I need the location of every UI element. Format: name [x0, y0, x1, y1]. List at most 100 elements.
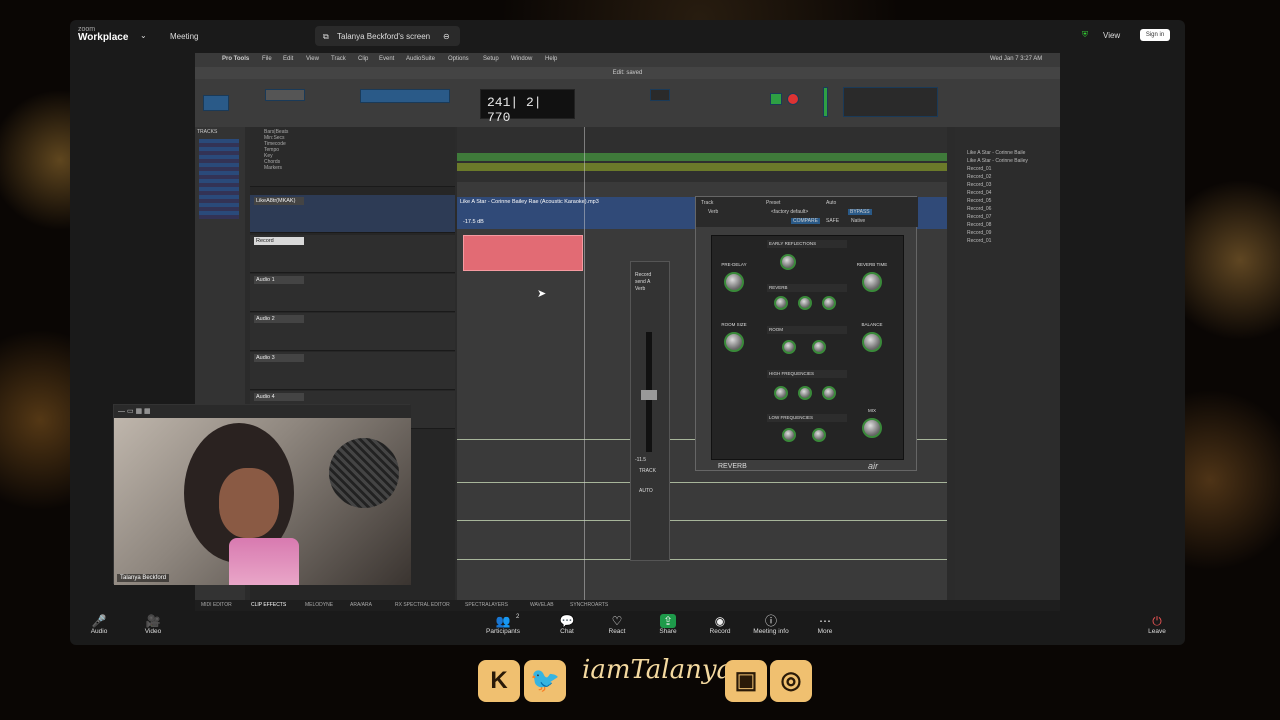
room-size-knob[interactable] — [724, 332, 744, 352]
share-button[interactable]: ⇪ Share — [643, 614, 693, 635]
clip-list-item[interactable]: Record_08 — [955, 221, 1060, 229]
menu-view[interactable]: View — [306, 56, 319, 62]
lf-time-knob[interactable] — [782, 428, 796, 442]
dock-tab[interactable]: MELODYNE — [305, 602, 333, 608]
menu-track[interactable]: Track — [331, 56, 346, 62]
grid-nudge-panel[interactable] — [843, 87, 938, 117]
clip-list-item[interactable]: Record_09 — [955, 229, 1060, 237]
menu-window[interactable]: Window — [511, 56, 532, 62]
dock-tab[interactable]: RX SPECTRAL EDITOR — [395, 602, 450, 608]
menu-options[interactable]: Options — [448, 56, 469, 62]
pre-delay-knob[interactable] — [724, 272, 744, 292]
mix-knob[interactable] — [862, 418, 882, 438]
screen-share-tab[interactable]: ⧉ Talanya Beckford's screen ⊖ — [315, 26, 460, 46]
ambience-knob[interactable] — [782, 340, 796, 354]
track-row[interactable]: LikeA8tr(MKAK) — [250, 195, 455, 233]
menu-audiosuite[interactable]: AudioSuite — [406, 56, 435, 62]
reverb-time-knob[interactable] — [862, 272, 882, 292]
stop-share-icon[interactable]: ⊖ — [443, 32, 450, 41]
diffusion-knob[interactable] — [774, 296, 788, 310]
clip-list-item[interactable]: Record_06 — [955, 205, 1060, 213]
density-knob[interactable] — [822, 296, 836, 310]
track-row[interactable]: Audio 2 — [250, 313, 455, 351]
minimize-icon[interactable]: — ▭ ▦ ▦ — [118, 407, 151, 415]
recorded-clip[interactable] — [463, 235, 583, 271]
chat-button[interactable]: 💬 Chat — [542, 614, 592, 635]
track-name[interactable]: Audio 1 — [254, 276, 304, 284]
dock-tab[interactable]: SPECTRALAYERS — [465, 602, 508, 608]
audio-button[interactable]: 🎤 Audio — [74, 614, 124, 635]
send-fader-cap[interactable] — [641, 390, 657, 400]
react-button[interactable]: ♡ React — [592, 614, 642, 635]
track-name[interactable]: Audio 4 — [254, 393, 304, 401]
compare-button[interactable]: COMPARE — [791, 218, 820, 224]
track-name[interactable]: Record — [254, 237, 304, 245]
dock-tab[interactable]: SYNCHROARTS — [570, 602, 608, 608]
plugin-track-select[interactable]: Verb — [708, 209, 718, 215]
track-name[interactable]: Audio 3 — [254, 354, 304, 362]
decay-knob[interactable] — [798, 296, 812, 310]
view-button[interactable]: View — [1103, 31, 1120, 40]
bypass-button[interactable]: BYPASS — [848, 209, 872, 215]
video-button[interactable]: 🎥 Video — [128, 614, 178, 635]
edit-tools[interactable] — [360, 89, 450, 103]
play-button[interactable] — [770, 93, 782, 105]
hf-freq-knob[interactable] — [798, 386, 812, 400]
menu-file[interactable]: File — [262, 56, 272, 62]
record-arm-button[interactable] — [787, 93, 799, 105]
hf-cut-knob[interactable] — [822, 386, 836, 400]
track-name[interactable]: LikeA8tr(MKAK) — [254, 197, 304, 205]
chevron-down-icon[interactable]: ⌄ — [140, 31, 147, 40]
participants-button[interactable]: 👥 Participants — [478, 614, 528, 635]
zoom-buttons[interactable] — [265, 89, 305, 101]
clips-list-panel[interactable]: Like A Star - Corinne Baile Like A Star … — [955, 127, 1060, 611]
spread-knob[interactable] — [780, 254, 796, 270]
dock-tab[interactable]: MIDI EDITOR — [201, 602, 232, 608]
clip-list-item[interactable]: Record_01 — [955, 165, 1060, 173]
track-row[interactable]: Audio 3 — [250, 352, 455, 390]
menu-pro-tools[interactable]: Pro Tools — [222, 56, 249, 62]
safe-button[interactable]: SAFE — [826, 218, 839, 224]
clip-list-item[interactable]: Record_04 — [955, 189, 1060, 197]
track-list-entries[interactable] — [199, 139, 239, 219]
reverb-plugin-window[interactable]: Track Preset Auto Verb <factory default>… — [695, 196, 918, 471]
record-button[interactable]: ◉ Record — [695, 614, 745, 635]
signin-button[interactable]: Sign in — [1140, 29, 1170, 41]
menu-event[interactable]: Event — [379, 56, 394, 62]
menu-edit[interactable]: Edit — [283, 56, 293, 62]
more-button[interactable]: ⋯ More — [800, 614, 850, 635]
dock-tab[interactable]: WAVELAB — [530, 602, 554, 608]
leave-button[interactable]: ⏻ Leave — [1132, 614, 1182, 635]
dock-tab[interactable]: CLIP EFFECTS — [251, 602, 286, 608]
clip-list-item[interactable]: Record_01 — [955, 237, 1060, 245]
clip-list-item[interactable]: Record_07 — [955, 213, 1060, 221]
track-row[interactable]: Record — [250, 235, 455, 273]
lf-freq-knob[interactable] — [812, 428, 826, 442]
knob-label: REVERB TIME — [856, 262, 888, 267]
track-row[interactable]: Audio 1 — [250, 274, 455, 312]
main-counter[interactable]: 241| 2| 770 — [480, 89, 575, 125]
clip-list-item[interactable]: Record_02 — [955, 173, 1060, 181]
meeting-info-button[interactable]: ⓘ Meeting info — [746, 614, 796, 635]
plugin-preset-select[interactable]: <factory default> — [771, 209, 808, 215]
menu-help[interactable]: Help — [545, 56, 557, 62]
send-window[interactable]: Record send A Verb -11.5 TRACK AUTO — [630, 261, 670, 561]
timeline-rulers[interactable] — [457, 127, 947, 182]
balance-knob[interactable] — [862, 332, 882, 352]
edit-mode-buttons[interactable] — [203, 95, 229, 111]
clip-list-item[interactable]: Like A Star - Corinne Baile — [955, 149, 1060, 157]
meeting-label[interactable]: Meeting — [170, 32, 198, 41]
clip-list-item[interactable]: Record_05 — [955, 197, 1060, 205]
menu-setup[interactable]: Setup — [483, 56, 499, 62]
hf-time-knob[interactable] — [774, 386, 788, 400]
dock-tab[interactable]: ARA/ARA — [350, 602, 372, 608]
send-track-button[interactable]: TRACK — [639, 468, 656, 474]
track-name[interactable]: Audio 2 — [254, 315, 304, 323]
send-auto-button[interactable]: AUTO — [639, 488, 653, 494]
clip-list-item[interactable]: Record_03 — [955, 181, 1060, 189]
transport-stop[interactable] — [650, 89, 670, 101]
clip-list-item[interactable]: Like A Star - Corinne Bailey — [955, 157, 1060, 165]
room-density-knob[interactable] — [812, 340, 826, 354]
webcam-overlay[interactable]: — ▭ ▦ ▦ Talanya Beckford — [113, 404, 411, 585]
menu-clip[interactable]: Clip — [358, 56, 368, 62]
